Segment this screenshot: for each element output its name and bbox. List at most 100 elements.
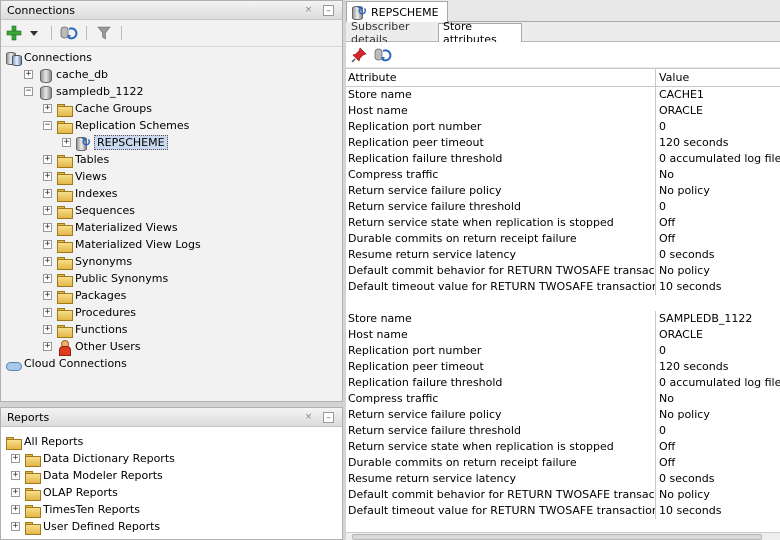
table-row[interactable]: Store name CACHE1 [346, 87, 780, 103]
expand-icon[interactable]: + [11, 471, 20, 480]
filter-icon[interactable] [95, 24, 113, 42]
table-row[interactable]: Default timeout value for RETURN TWOSAFE… [346, 503, 780, 519]
value-cell: No policy [659, 408, 710, 421]
expand-icon[interactable]: + [43, 104, 52, 113]
table-row[interactable]: Store name SAMPLEDB_1122 [346, 311, 780, 327]
table-row[interactable]: Replication failure threshold 0 accumulat… [346, 151, 780, 167]
expand-icon[interactable]: + [43, 308, 52, 317]
tree-node[interactable]: + Indexes [1, 185, 342, 202]
tree-node[interactable]: + Views [1, 168, 342, 185]
tree-node[interactable]: + TimesTen Reports [1, 501, 342, 518]
table-row[interactable]: Replication port number 0 [346, 343, 780, 359]
tab-store-attributes[interactable]: Store attributes [438, 20, 522, 46]
table-row[interactable]: Return service state when replication is… [346, 215, 780, 231]
table-row[interactable]: Compress traffic No [346, 167, 780, 183]
expand-icon[interactable]: + [43, 223, 52, 232]
expand-icon[interactable]: + [11, 505, 20, 514]
table-row[interactable]: Replication failure threshold 0 accumulat… [346, 375, 780, 391]
tree-node[interactable]: + Tables [1, 151, 342, 168]
expand-icon[interactable]: + [11, 454, 20, 463]
close-icon[interactable]: × [303, 5, 314, 16]
expand-icon[interactable]: + [24, 70, 33, 79]
tree-node-label: Packages [75, 289, 127, 302]
tree-node[interactable]: + Data Modeler Reports [1, 467, 342, 484]
tree-node[interactable]: + Data Dictionary Reports [1, 450, 342, 467]
tree-node[interactable]: − Replication Schemes [1, 117, 342, 134]
table-row[interactable]: Return service failure threshold 0 [346, 199, 780, 215]
expand-icon[interactable]: + [11, 522, 20, 531]
expand-icon[interactable]: + [62, 138, 71, 147]
dropdown-arrow-icon[interactable] [25, 24, 43, 42]
tree-node[interactable]: − sampledb_1122 [1, 83, 342, 100]
attribute-cell: Return service failure policy [346, 183, 656, 199]
tree-node[interactable]: + Materialized Views [1, 219, 342, 236]
table-row[interactable]: Resume return service latency 0 seconds [346, 247, 780, 263]
tree-node[interactable]: + cache_db [1, 66, 342, 83]
expand-icon[interactable]: + [43, 240, 52, 249]
tree-node[interactable]: + User Defined Reports [1, 518, 342, 535]
expand-icon[interactable]: + [43, 206, 52, 215]
table-row[interactable]: Resume return service latency 0 seconds [346, 471, 780, 487]
refresh-icon[interactable] [374, 46, 392, 64]
close-icon[interactable]: × [303, 412, 314, 423]
expand-icon[interactable]: + [43, 155, 52, 164]
tree-node-label: Other Users [75, 340, 141, 353]
table-row[interactable]: Return service failure policy No policy [346, 407, 780, 423]
table-row[interactable]: Replication peer timeout 120 seconds [346, 135, 780, 151]
horizontal-scrollbar[interactable] [346, 532, 780, 540]
table-row[interactable]: Replication peer timeout 120 seconds [346, 359, 780, 375]
table-row[interactable]: Return service failure policy No policy [346, 183, 780, 199]
refresh-icon[interactable] [60, 24, 78, 42]
tree-node[interactable]: + Materialized View Logs [1, 236, 342, 253]
tab-subscriber-details[interactable]: Subscriber details [346, 20, 438, 46]
add-connection-icon[interactable] [5, 24, 23, 42]
tree-node[interactable]: + Cache Groups [1, 100, 342, 117]
table-row[interactable]: Compress traffic No [346, 391, 780, 407]
expand-icon[interactable]: + [43, 257, 52, 266]
tree-node[interactable]: All Reports [1, 433, 342, 450]
tree-node[interactable]: + Other Users [1, 338, 342, 356]
attribute-cell: Return service failure threshold [346, 423, 656, 439]
table-row[interactable]: Durable commits on return receipt failur… [346, 231, 780, 247]
minimize-icon[interactable]: – [323, 412, 334, 423]
table-row[interactable]: Default commit behavior for RETURN TWOSA… [346, 263, 780, 279]
document-tab-label: REPSCHEME [371, 5, 439, 19]
expand-icon[interactable]: + [11, 488, 20, 497]
tree-node[interactable]: + Packages [1, 287, 342, 304]
collapse-icon[interactable]: − [24, 87, 33, 96]
tree-node-label: TimesTen Reports [43, 503, 140, 516]
connections-toolbar [1, 20, 342, 47]
expand-icon[interactable]: + [43, 325, 52, 334]
tree-node[interactable]: + OLAP Reports [1, 484, 342, 501]
cache-groups-icon [56, 102, 73, 117]
expand-icon[interactable]: + [43, 189, 52, 198]
tree-node[interactable]: + Public Synonyms [1, 270, 342, 287]
collapse-icon[interactable]: − [43, 121, 52, 130]
table-row[interactable]: Default commit behavior for RETURN TWOSA… [346, 487, 780, 503]
expand-icon[interactable]: + [43, 291, 52, 300]
tree-node[interactable]: + REPSCHEME [1, 134, 342, 151]
table-row[interactable]: Replication port number 0 [346, 119, 780, 135]
database-icon [37, 68, 53, 83]
tree-node[interactable]: + Synonyms [1, 253, 342, 270]
expand-icon[interactable]: + [43, 342, 52, 351]
tree-node[interactable]: + Procedures [1, 304, 342, 321]
table-row[interactable]: Durable commits on return receipt failur… [346, 455, 780, 471]
scrollbar-thumb[interactable] [352, 534, 762, 540]
table-row[interactable]: Host name ORACLE [346, 103, 780, 119]
expand-icon[interactable]: + [43, 172, 52, 181]
table-row[interactable]: Return service state when replication is… [346, 439, 780, 455]
tree-node[interactable]: + Sequences [1, 202, 342, 219]
minimize-icon[interactable]: – [323, 5, 334, 16]
expand-icon[interactable]: + [43, 274, 52, 283]
column-header-attribute[interactable]: Attribute [346, 69, 656, 86]
table-row[interactable]: Default timeout value for RETURN TWOSAFE… [346, 279, 780, 295]
tree-node[interactable]: Cloud Connections [1, 355, 342, 372]
column-header-value[interactable]: Value [656, 69, 780, 86]
tree-node[interactable]: Connections [1, 49, 342, 66]
table-row[interactable]: Host name ORACLE [346, 327, 780, 343]
table-row[interactable]: Return service failure threshold 0 [346, 423, 780, 439]
pin-icon[interactable] [350, 46, 368, 64]
tree-node[interactable]: + Functions [1, 321, 342, 338]
attribute-cell: Host name [346, 327, 656, 343]
